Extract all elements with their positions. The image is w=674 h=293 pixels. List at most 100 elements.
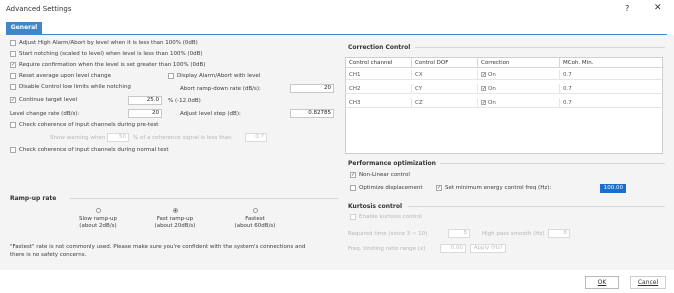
ok-button[interactable]: OK (585, 276, 619, 289)
checkbox-box[interactable]: ✓ (481, 72, 486, 78)
correction-label: On (488, 72, 496, 78)
checkbox-label: Set minimum energy control freq (Hz): (445, 185, 552, 191)
required-time-label: Required time (since 3 ~ 10) (348, 231, 428, 237)
adjust-step-input[interactable]: 0.82785 (290, 109, 334, 118)
radio-label: Fast ramp-up (156, 216, 194, 222)
checkbox-box[interactable] (10, 51, 16, 57)
min-energy-checkbox[interactable]: ✓ Set minimum energy control freq (Hz): (436, 185, 551, 191)
radio-dot[interactable] (252, 208, 258, 213)
checkbox-label: Continue target level (19, 97, 78, 103)
checkbox-label: Display Alarm/Abort with level (177, 73, 261, 79)
close-icon[interactable]: ✕ (654, 3, 662, 13)
row-2-correction[interactable]: ✓ On (478, 84, 560, 94)
help-icon[interactable]: ? (625, 4, 629, 13)
coherence-normal-checkbox[interactable]: Check coherence of input channels during… (10, 147, 169, 153)
col-header-mcoh: MCoh. Min. (560, 58, 664, 68)
row-2-dof: CY (412, 84, 478, 94)
checkbox-label: Disable Control low limits while notchin… (19, 84, 131, 90)
radio-label: Fastest (245, 216, 265, 222)
apply-button[interactable]: Apply (Hz) (470, 244, 506, 253)
warning-mid: % of a coherence signal is less than (133, 135, 232, 141)
row-3-dof: CZ (412, 98, 478, 108)
checkbox-label: Non-Linear control (359, 172, 410, 178)
checkbox-box[interactable] (350, 214, 356, 220)
warning-percent-input[interactable]: 50 (107, 133, 129, 142)
warning-prefix: Show warning when (50, 135, 106, 141)
cancel-button[interactable]: Cancel (630, 276, 666, 289)
checkbox-label: Adjust High Alarm/Abort by level when it… (19, 40, 198, 46)
optimize-displacement-checkbox[interactable]: Optimize displacement (350, 185, 422, 191)
disable-low-limits-checkbox[interactable]: Disable Control low limits while notchin… (10, 84, 131, 90)
radio-slow-ramp[interactable]: Slow ramp-up (about 2dB/s) (68, 208, 128, 230)
correction-control-title: Correction Control (348, 44, 411, 51)
checkbox-box[interactable]: ✓ (10, 62, 16, 68)
kurtosis-divider (408, 206, 665, 207)
col-header-correction: Correction (478, 58, 560, 68)
freq-ratio-input[interactable]: 0.00 (440, 244, 466, 253)
checkbox-box[interactable] (168, 73, 174, 79)
radio-sublabel: (about 2dB/s) (79, 223, 117, 229)
checkbox-label: Check coherence of input channels during… (19, 122, 159, 128)
title-bar: Advanced Settings ? ✕ (0, 0, 674, 20)
adjust-step-label: Adjust level step (dB): (180, 111, 241, 117)
checkbox-box[interactable]: ✓ (481, 100, 486, 106)
row-2-mcoh[interactable]: 0.7 (560, 84, 664, 94)
continue-unit: % (-12.0dB) (168, 98, 201, 104)
nonlinear-checkbox[interactable]: ✓ Non-Linear control (350, 172, 410, 178)
checkbox-box[interactable]: ✓ (350, 172, 356, 178)
ok-button-label: OK (597, 279, 607, 286)
row-3-mcoh[interactable]: 0.7 (560, 98, 664, 108)
radio-label: Slow ramp-up (78, 216, 118, 222)
checkbox-label: Check coherence of input channels during… (19, 147, 169, 153)
checkbox-box[interactable] (10, 122, 16, 128)
checkbox-box[interactable]: ✓ (436, 185, 442, 191)
cancel-button-label: Cancel (637, 279, 659, 286)
checkbox-box[interactable] (350, 185, 356, 191)
warning-threshold-input[interactable]: 0.7 (245, 133, 267, 142)
checkbox-label: Start notching (scaled to level) when le… (19, 51, 203, 57)
freq-ratio-label: Freq. limiting ratio range (x) (348, 246, 426, 252)
checkbox-box[interactable]: ✓ (481, 86, 486, 92)
row-1-dof: CX (412, 70, 478, 80)
checkbox-box[interactable] (10, 40, 16, 46)
continue-level-input[interactable]: 25.0 (128, 96, 162, 105)
level-change-input[interactable]: 20 (128, 109, 162, 118)
ramp-note-line2: there is no safety concerns. (10, 252, 87, 258)
start-notching-checkbox[interactable]: Start notching (scaled to level) when le… (10, 51, 203, 57)
continue-target-checkbox[interactable]: ✓ Continue target level (10, 97, 77, 103)
checkbox-box[interactable] (10, 73, 16, 79)
abort-ramp-input[interactable]: 20 (290, 84, 334, 93)
checkbox-box[interactable] (10, 84, 16, 90)
high-pass-label: High pass smooth (Hz) (482, 231, 545, 237)
row-1-correction[interactable]: ✓ On (478, 70, 560, 80)
radio-fastest-ramp[interactable]: Fastest (about 60dB/s) (225, 208, 285, 230)
enable-kurtosis-checkbox[interactable]: Enable kurtosis control (350, 214, 422, 220)
adjust-high-alarm-checkbox[interactable]: Adjust High Alarm/Abort by level when it… (10, 40, 198, 46)
row-2-channel: CH2 (346, 84, 412, 94)
high-pass-input[interactable]: 8 (548, 229, 570, 238)
checkbox-label: Enable kurtosis control (359, 214, 422, 220)
correction-label: On (488, 86, 496, 92)
require-confirmation-checkbox[interactable]: ✓ Require confirmation when the level is… (10, 62, 205, 68)
window-title: Advanced Settings (6, 5, 72, 13)
kurtosis-title: Kurtosis control (348, 203, 403, 210)
row-3-correction[interactable]: ✓ On (478, 98, 560, 108)
ramp-note-line1: "Fastest" rate is not commonly used. Ple… (10, 244, 306, 250)
radio-fast-ramp[interactable]: Fast ramp-up (about 20dB/s) (145, 208, 205, 230)
display-alarm-checkbox[interactable]: Display Alarm/Abort with level (168, 73, 260, 79)
row-3-channel: CH3 (346, 98, 412, 108)
radio-dot[interactable] (95, 208, 101, 213)
checkbox-box[interactable]: ✓ (10, 97, 16, 103)
radio-dot[interactable] (172, 208, 178, 213)
min-energy-freq-input[interactable]: 100.00 (600, 184, 626, 193)
tab-general[interactable]: General (6, 22, 42, 34)
col-header-channel: Control channel (346, 58, 412, 68)
checkbox-box[interactable] (10, 147, 16, 153)
row-1-channel: CH1 (346, 70, 412, 80)
col-header-dof: Control DOF (412, 58, 478, 68)
coherence-pretest-checkbox[interactable]: Check coherence of input channels during… (10, 122, 158, 128)
reset-average-checkbox[interactable]: Reset average upon level change (10, 73, 111, 79)
ramp-up-title: Ramp-up rate (10, 195, 57, 202)
required-time-input[interactable]: 8 (448, 229, 470, 238)
row-1-mcoh[interactable]: 0.7 (560, 70, 664, 80)
